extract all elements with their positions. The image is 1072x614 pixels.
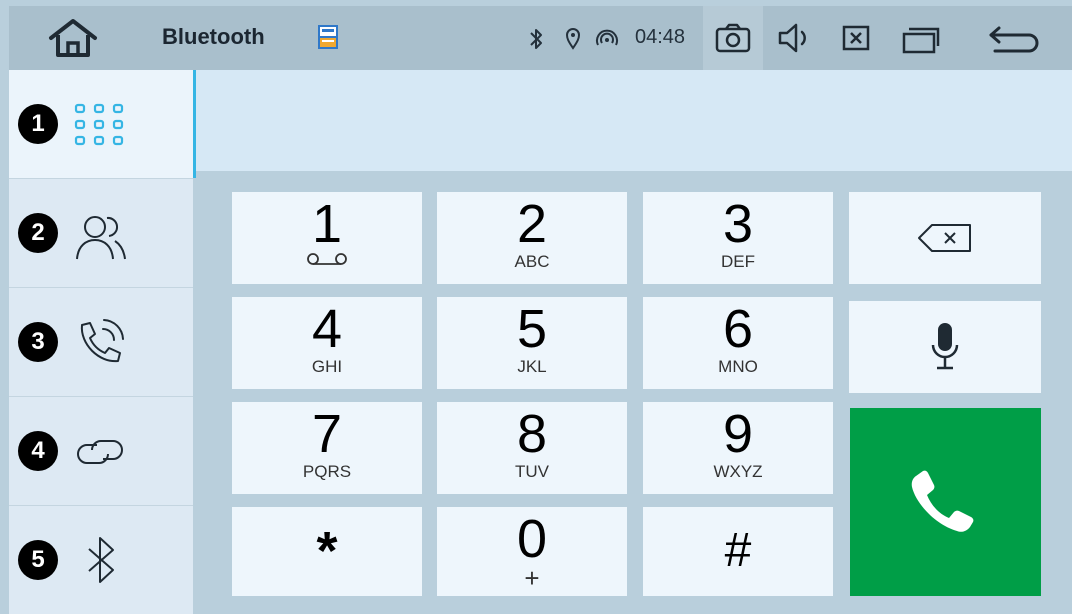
sidebar-badge: 5 <box>18 540 58 580</box>
backspace-icon <box>918 224 971 252</box>
key-digit: 6 <box>722 299 754 359</box>
sidebar-item-bluetooth[interactable]: 5 <box>9 506 193 614</box>
key-digit: 4 <box>311 299 343 359</box>
key-letters: MNO <box>718 357 758 376</box>
key-letters: TUV <box>515 462 549 481</box>
location-icon <box>565 28 581 50</box>
sidebar-badge: 3 <box>18 322 58 362</box>
bluetooth-icon <box>88 537 114 583</box>
call-button[interactable] <box>850 408 1041 596</box>
key-digit: 1 <box>311 194 343 254</box>
app-title: Bluetooth <box>162 24 265 49</box>
key-letters: WXYZ <box>713 462 763 481</box>
key-8[interactable]: 8 TUV <box>437 402 627 494</box>
key-7[interactable]: 7 PQRS <box>232 402 422 494</box>
key-digit: 5 <box>516 299 548 359</box>
sidebar-item-call-log[interactable]: 3 <box>9 288 193 396</box>
key-digit: 3 <box>722 194 754 254</box>
call-log-icon <box>80 319 124 363</box>
sidebar: 1 2 3 4 5 <box>9 70 196 614</box>
volume-icon[interactable] <box>776 22 816 54</box>
key-digit: 0 <box>516 509 548 569</box>
app-icon[interactable] <box>317 24 339 50</box>
key-digit: 7 <box>311 404 343 464</box>
key-digit: 2 <box>516 194 548 254</box>
key-letters: PQRS <box>302 462 352 481</box>
key-digit: * <box>316 521 338 581</box>
link-icon <box>77 440 123 464</box>
sidebar-item-dialpad[interactable]: 1 <box>9 70 196 178</box>
sidebar-item-link[interactable]: 4 <box>9 397 193 505</box>
key-hash[interactable]: # <box>643 507 833 596</box>
back-icon[interactable] <box>985 22 1045 56</box>
dialpad-icon <box>74 103 124 146</box>
hotspot-icon <box>596 29 618 46</box>
key-letters: JKL <box>517 357 547 376</box>
status-bar: Bluetooth 04:48 <box>9 6 1072 70</box>
number-display <box>196 70 1072 171</box>
key-9[interactable]: 9 WXYZ <box>643 402 833 494</box>
contacts-icon <box>76 216 126 260</box>
bluetooth-icon <box>530 29 542 49</box>
camera-icon[interactable] <box>714 22 752 54</box>
microphone-icon <box>931 323 959 370</box>
key-4[interactable]: 4 GHI <box>232 297 422 389</box>
key-letters: ABC <box>514 252 550 271</box>
key-2[interactable]: 2 ABC <box>437 192 627 284</box>
phone-icon <box>911 470 974 532</box>
key-3[interactable]: 3 DEF <box>643 192 833 284</box>
key-letters: DEF <box>721 252 755 271</box>
key-1[interactable]: 1 <box>232 192 422 284</box>
status-time: 04:48 <box>635 26 686 48</box>
window-icon[interactable] <box>901 24 941 54</box>
key-6[interactable]: 6 MNO <box>643 297 833 389</box>
home-icon[interactable] <box>47 18 99 58</box>
key-letters: + <box>524 563 540 593</box>
close-icon[interactable] <box>841 24 871 52</box>
voice-dial-button[interactable] <box>849 301 1041 393</box>
key-0[interactable]: 0 + <box>437 507 627 596</box>
sidebar-badge: 2 <box>18 213 58 253</box>
key-digit: 8 <box>516 404 548 464</box>
sidebar-badge: 4 <box>18 431 58 471</box>
voicemail-icon <box>307 253 347 265</box>
key-5[interactable]: 5 JKL <box>437 297 627 389</box>
key-star[interactable]: * <box>232 507 422 596</box>
key-letters: GHI <box>311 357 343 376</box>
key-digit: # <box>724 524 752 577</box>
key-digit: 9 <box>722 404 754 464</box>
sidebar-item-contacts[interactable]: 2 <box>9 179 193 287</box>
sidebar-badge: 1 <box>18 104 58 144</box>
backspace-button[interactable] <box>849 192 1041 284</box>
